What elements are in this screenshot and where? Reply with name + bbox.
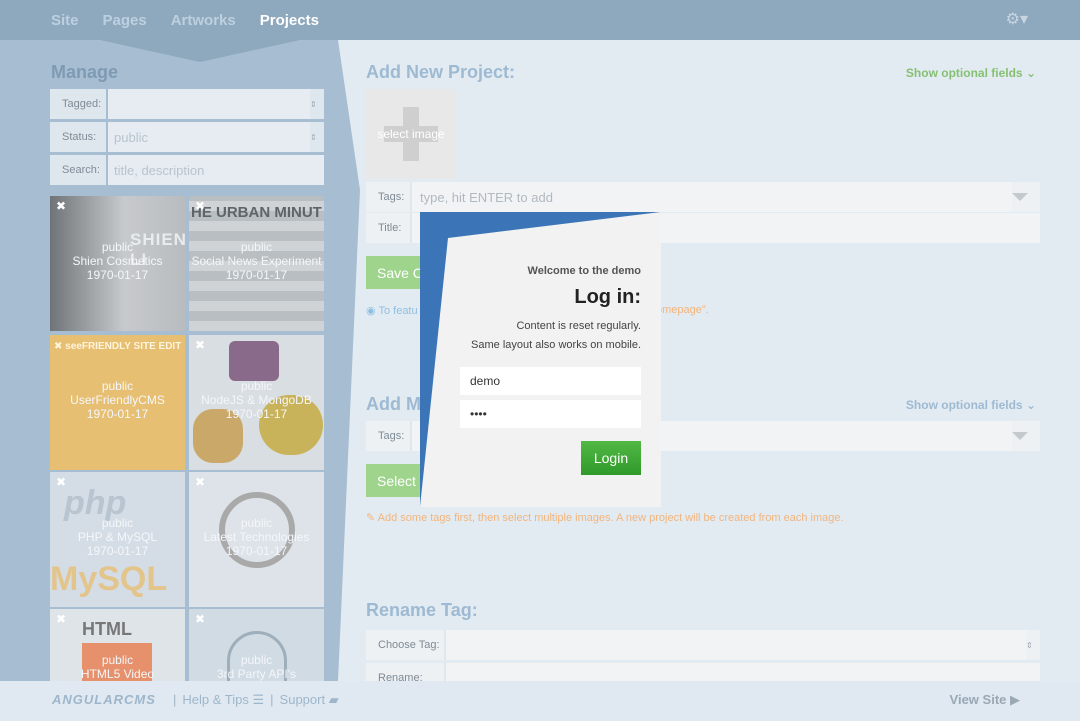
feature-hint: ◉ To featu bbox=[366, 305, 418, 317]
chevron-down-icon: ⌄ bbox=[1025, 66, 1036, 80]
logo[interactable]: ANGULARCMS bbox=[52, 692, 156, 707]
footer: ANGULARCMS | Help & Tips ☰ | Support ▰ V… bbox=[0, 681, 1080, 721]
tags-label: Tags: bbox=[366, 182, 412, 212]
project-thumb[interactable]: HE URBAN MINUT ✖ public Social News Exper… bbox=[189, 196, 324, 331]
pencil-icon: ✎ bbox=[366, 512, 376, 524]
password-input[interactable]: •••• bbox=[460, 400, 641, 428]
thumb-caption: public UserFriendlyCMS 1970-01-17 bbox=[70, 379, 165, 421]
thumb-caption: public PHP & MySQL 1970-01-17 bbox=[77, 516, 158, 558]
project-grid: SHIEN LI ✖ public Shien Cosmetics 1970-01-… bbox=[50, 196, 324, 681]
filter-tagged[interactable]: Tagged: ⇕ bbox=[50, 89, 324, 119]
username-input[interactable]: demo bbox=[460, 367, 641, 395]
info-line-1: Content is reset regularly. bbox=[516, 320, 641, 332]
project-thumb[interactable]: HTML ✖ public HTML5 Video bbox=[50, 609, 185, 681]
thumb-caption: public Shien Cosmetics 1970-01-17 bbox=[72, 240, 163, 282]
select-image-label: select image bbox=[377, 127, 445, 141]
thumb-caption: public Social News Experiment 1970-01-17 bbox=[191, 240, 322, 282]
thumb-artwork-text: HE URBAN MINUT bbox=[191, 204, 322, 221]
project-thumb[interactable]: SHIEN LI ✖ public Shien Cosmetics 1970-01-… bbox=[50, 196, 185, 331]
add-project-title: Add New Project: bbox=[366, 62, 516, 82]
eye-icon: ◉ bbox=[366, 305, 376, 317]
filter-status-select[interactable]: public bbox=[108, 122, 310, 152]
sidebar-title: Manage bbox=[51, 62, 119, 82]
project-thumb[interactable]: php MySQL ✖ public PHP & MySQL 1970-01-17 bbox=[50, 472, 185, 607]
filter-search-label: Search: bbox=[50, 155, 108, 185]
close-icon[interactable]: ✖ bbox=[56, 475, 66, 489]
show-optional-fields-link[interactable]: Show optional fields ⌄ bbox=[906, 66, 1036, 80]
updown-arrows-icon: ⇕ bbox=[1026, 640, 1033, 650]
support-link[interactable]: Support ▰ bbox=[280, 692, 339, 708]
search-input[interactable]: title, description bbox=[108, 155, 324, 185]
updown-arrows-icon: ⇕ bbox=[310, 99, 317, 109]
choose-tag-field[interactable]: Choose Tag: ⇕ bbox=[366, 630, 1040, 660]
close-icon[interactable]: ✖ bbox=[195, 338, 205, 352]
chat-icon: ▰ bbox=[328, 692, 339, 707]
close-icon[interactable]: ✖ bbox=[195, 612, 205, 626]
separator: | bbox=[173, 692, 177, 707]
choose-tag-label: Choose Tag: bbox=[366, 630, 446, 660]
updown-arrows-icon: ⇕ bbox=[310, 132, 317, 142]
help-link[interactable]: Help & Tips ☰ bbox=[182, 692, 264, 708]
login-title: Log in: bbox=[574, 286, 641, 308]
tags-input[interactable]: type, hit ENTER to add bbox=[412, 182, 1012, 212]
close-icon[interactable]: ✖ bbox=[195, 475, 205, 489]
gear-icon[interactable]: ⚙▾ bbox=[1006, 9, 1028, 29]
dropdown-caret-icon[interactable] bbox=[1012, 193, 1028, 201]
thumb-graphic: MySQL bbox=[50, 560, 168, 598]
play-icon: ▶ bbox=[1010, 692, 1020, 707]
close-icon[interactable]: ✖ bbox=[195, 199, 205, 213]
filter-status-label: Status: bbox=[50, 122, 108, 152]
filter-tagged-label: Tagged: bbox=[50, 89, 108, 119]
main-nav: Site Pages Artworks Projects bbox=[51, 0, 319, 40]
filter-search[interactable]: Search: title, description bbox=[50, 155, 324, 185]
nav-artworks[interactable]: Artworks bbox=[171, 12, 236, 29]
project-thumb[interactable]: ✖ seeFRIENDLY SITE EDIT public UserFriend… bbox=[50, 335, 185, 470]
top-navbar: Site Pages Artworks Projects ⚙▾ bbox=[0, 0, 1080, 40]
view-site-link[interactable]: View Site ▶ bbox=[950, 692, 1020, 708]
add-multiple-title: Add M bbox=[366, 394, 421, 414]
thumb-graphic bbox=[229, 341, 279, 381]
thumb-artwork-text: ✖ seeFRIENDLY SITE EDIT bbox=[54, 341, 182, 352]
thumb-caption: public 3rd Party API's bbox=[217, 653, 296, 681]
project-thumb[interactable]: ✖ public Latest Technologies 1970-01-17 bbox=[189, 472, 324, 607]
thumb-caption: public NodeJS & MongoDB 1970-01-17 bbox=[201, 379, 312, 421]
list-icon: ☰ bbox=[252, 692, 265, 707]
login-button[interactable]: Login bbox=[581, 441, 641, 475]
filter-tagged-select[interactable] bbox=[108, 89, 310, 119]
thumb-artwork-text: HTML bbox=[82, 619, 132, 639]
show-optional-fields-link[interactable]: Show optional fields ⌄ bbox=[906, 398, 1036, 412]
filter-status[interactable]: Status: public ⇕ bbox=[50, 122, 324, 152]
nav-pages[interactable]: Pages bbox=[103, 12, 147, 29]
thumb-caption: public HTML5 Video bbox=[80, 653, 155, 681]
info-line-2: Same layout also works on mobile. bbox=[471, 339, 641, 351]
feature-hint-end: omepage". bbox=[656, 304, 709, 316]
close-icon[interactable]: ✖ bbox=[56, 612, 66, 626]
multi-hint: ✎ Add some tags first, then select multi… bbox=[366, 512, 844, 524]
welcome-text: Welcome to the demo bbox=[527, 265, 641, 277]
project-thumb[interactable]: ✖ public NodeJS & MongoDB 1970-01-17 bbox=[189, 335, 324, 470]
login-modal: Welcome to the demo Log in: Content is r… bbox=[420, 212, 661, 507]
rename-tag-title: Rename Tag: bbox=[366, 600, 478, 620]
select-image-button[interactable]: select image bbox=[366, 89, 456, 179]
separator: | bbox=[270, 692, 274, 707]
choose-tag-select[interactable] bbox=[446, 630, 1026, 660]
footer-links: | Help & Tips ☰ | Support ▰ bbox=[173, 692, 339, 708]
multi-tags-label: Tags: bbox=[366, 421, 412, 451]
nav-projects[interactable]: Projects bbox=[260, 12, 319, 29]
title-label: Title: bbox=[366, 213, 412, 243]
project-thumb[interactable]: ✖ public 3rd Party API's bbox=[189, 609, 324, 681]
dropdown-caret-icon[interactable] bbox=[1012, 432, 1028, 440]
thumb-caption: public Latest Technologies 1970-01-17 bbox=[203, 516, 310, 558]
close-icon[interactable]: ✖ bbox=[56, 199, 66, 213]
chevron-down-icon: ⌄ bbox=[1025, 398, 1036, 412]
nav-site[interactable]: Site bbox=[51, 12, 79, 29]
tags-field[interactable]: Tags: type, hit ENTER to add bbox=[366, 182, 1040, 212]
